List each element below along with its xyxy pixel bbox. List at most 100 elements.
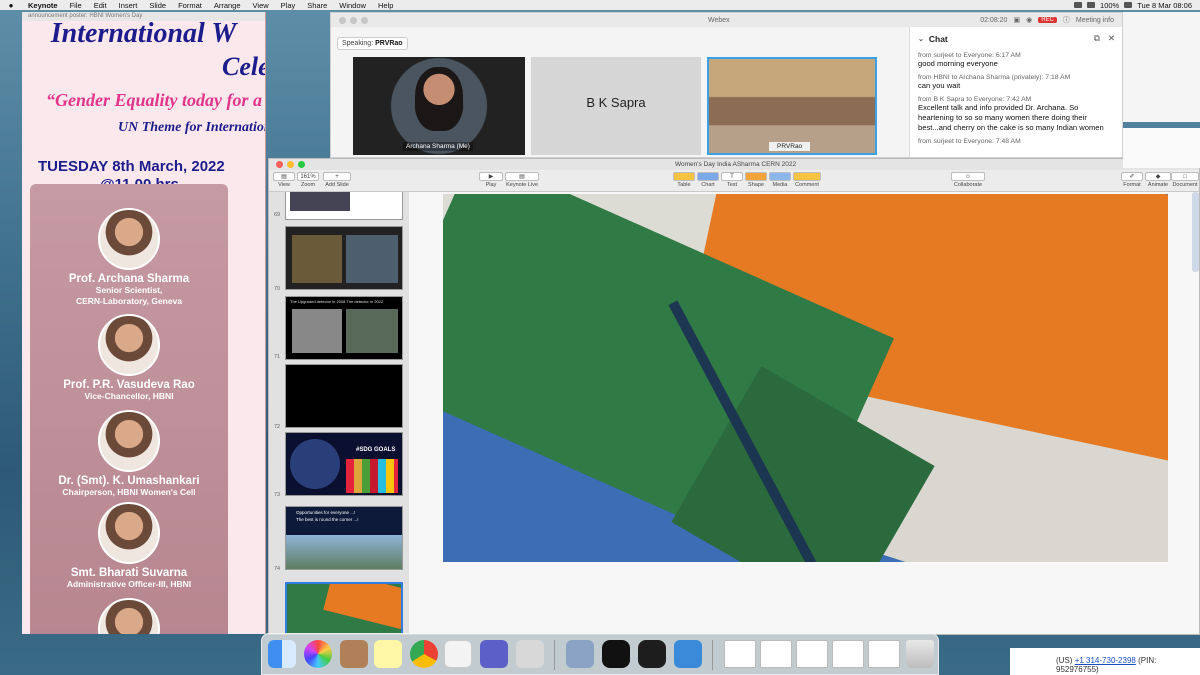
- webex-icon[interactable]: [602, 640, 630, 668]
- minimized-window[interactable]: [724, 640, 756, 668]
- chart-button[interactable]: Chart: [697, 172, 719, 188]
- menu-play[interactable]: Play: [275, 1, 302, 10]
- media-button[interactable]: Media: [769, 172, 791, 188]
- slide-thumbnail[interactable]: [285, 364, 403, 428]
- table-button[interactable]: Table: [673, 172, 695, 188]
- trash-icon[interactable]: [906, 640, 934, 668]
- close-icon[interactable]: ✕: [1108, 33, 1115, 44]
- flag-slide[interactable]: [443, 194, 1168, 562]
- keynote-window: Women's Day India ASharma CERN 2022 ▤ Vie…: [268, 158, 1200, 635]
- play-button[interactable]: ▶ Play: [479, 172, 503, 188]
- menu-view[interactable]: View: [247, 1, 275, 10]
- minimized-window[interactable]: [760, 640, 792, 668]
- slide-canvas[interactable]: [409, 192, 1199, 634]
- add-slide-button[interactable]: + Add Slide: [323, 172, 351, 188]
- format-button[interactable]: ✐ Format: [1121, 172, 1143, 188]
- apple-icon[interactable]: ●: [0, 1, 22, 10]
- textedit-icon[interactable]: [444, 640, 472, 668]
- volume-icon[interactable]: [1087, 2, 1096, 8]
- chevron-down-icon[interactable]: ⌄: [918, 35, 924, 43]
- menu-app[interactable]: Keynote: [22, 1, 64, 10]
- battery-icon[interactable]: [1124, 2, 1133, 8]
- video-tile[interactable]: Archana Sharma (Me): [353, 57, 525, 155]
- meeting-info-button[interactable]: Meeting info: [1076, 17, 1114, 24]
- speaker-name: Prof. Archana Sharma: [68, 273, 190, 285]
- dial-number[interactable]: +1 314-730-2398: [1075, 656, 1136, 665]
- poster-window: announcement poster: HBNI Women's Day In…: [22, 12, 266, 634]
- speaker-card: Prof. Archana Sharma Senior Scientist, C…: [30, 208, 228, 307]
- keynote-icon[interactable]: [674, 640, 702, 668]
- poster-date: TUESDAY 8th March, 2022: [38, 158, 225, 175]
- minimized-window[interactable]: [796, 640, 828, 668]
- window-controls[interactable]: [269, 161, 305, 168]
- speaker-card: Prof. P.R. Vasudeva Rao Vice-Chancellor,…: [30, 314, 228, 402]
- keynote-live-button[interactable]: ▤ Keynote Live: [505, 172, 539, 188]
- active-speaker: PRVRao: [375, 40, 403, 47]
- video-tile[interactable]: PRVRao: [707, 57, 877, 155]
- poster-title-line2: Celebra: [222, 52, 265, 81]
- chrome-icon[interactable]: [410, 640, 438, 668]
- popout-icon[interactable]: ⧉: [1094, 33, 1100, 44]
- slide-thumbnail-selected[interactable]: [285, 582, 403, 634]
- slide-thumbnail[interactable]: The Upgraded detector in 2008 The detect…: [285, 296, 403, 360]
- minimized-window[interactable]: [832, 640, 864, 668]
- comment-button[interactable]: Comment: [793, 172, 821, 188]
- wifi-icon[interactable]: [1074, 2, 1083, 8]
- photos-icon[interactable]: [304, 640, 332, 668]
- tile-label: Archana Sharma (Me): [403, 142, 473, 151]
- shape-button[interactable]: Shape: [745, 172, 767, 188]
- speaker-name: Dr. (Smt). K. Umashankari: [58, 475, 200, 487]
- keynote-toolbar: ▤ View 161% Zoom + Add Slide ▶ Play ▤ Keynote…: [269, 170, 1199, 192]
- menu-extras: 100% Tue 8 Mar 08:06: [1074, 1, 1200, 10]
- participant-video: [415, 67, 463, 131]
- menu-insert[interactable]: Insert: [113, 1, 144, 10]
- teams-icon[interactable]: [480, 640, 508, 668]
- menu-share[interactable]: Share: [301, 1, 333, 10]
- slide-thumbnail[interactable]: [285, 226, 403, 290]
- notes-icon[interactable]: [374, 640, 402, 668]
- animate-button[interactable]: ◆ Animate: [1145, 172, 1171, 188]
- speaker-photo: [98, 314, 160, 376]
- preview-icon[interactable]: [566, 640, 594, 668]
- menu-help[interactable]: Help: [372, 1, 399, 10]
- video-tile[interactable]: B K Sapra: [531, 57, 701, 155]
- tile-label: B K Sapra: [586, 95, 646, 110]
- webex-window: Webex 02:08:20 ▣ ◉ REC ⓘ Meeting info Sp…: [330, 12, 1123, 158]
- battery-level[interactable]: 100%: [1100, 1, 1119, 10]
- dial-in-info: (US) +1 314-730-2398 (PIN: 952976755): [1010, 648, 1200, 675]
- poster-quote: “Gender Equality today for a: [46, 90, 262, 110]
- menu-format[interactable]: Format: [172, 1, 208, 10]
- collaborate-button[interactable]: ☺ Collaborate: [951, 172, 985, 188]
- window-controls[interactable]: [331, 16, 368, 24]
- menu-slide[interactable]: Slide: [143, 1, 172, 10]
- menu-edit[interactable]: Edit: [88, 1, 113, 10]
- appstore-icon[interactable]: [516, 640, 544, 668]
- text-button[interactable]: T Text: [721, 172, 743, 188]
- menu-file[interactable]: File: [64, 1, 88, 10]
- meeting-info-icon[interactable]: ⓘ: [1063, 15, 1070, 25]
- speaker-name: Prof. P.R. Vasudeva Rao: [63, 379, 195, 391]
- layout-icon[interactable]: ▣: [1013, 16, 1020, 24]
- minimized-window[interactable]: [868, 640, 900, 668]
- slide-thumbnail[interactable]: Opportunities for everyone ...! The best…: [285, 506, 403, 570]
- slide-thumbnail[interactable]: [285, 192, 403, 220]
- meeting-timer: 02:08:20: [980, 16, 1008, 24]
- speaker-role: Senior Scientist,: [95, 285, 163, 295]
- menu-arrange[interactable]: Arrange: [208, 1, 247, 10]
- document-button[interactable]: □ Document: [1171, 172, 1199, 188]
- view-button[interactable]: ▤ View: [273, 172, 295, 188]
- speaker-role: CERN-Laboratory, Geneva: [75, 296, 183, 306]
- vertical-scrollbar[interactable]: [1192, 192, 1199, 272]
- menu-bar: ● Keynote File Edit Insert Slide Format …: [0, 0, 1200, 10]
- contacts-icon[interactable]: [340, 640, 368, 668]
- camera-icon[interactable]: ◉: [1026, 16, 1032, 24]
- zoom-button[interactable]: 161% Zoom: [297, 172, 319, 188]
- finder-icon[interactable]: [268, 640, 296, 668]
- webex-meetings-icon[interactable]: [638, 640, 666, 668]
- menu-window[interactable]: Window: [333, 1, 372, 10]
- speaker-card: [30, 598, 228, 634]
- slide-thumbnail[interactable]: #SDG GOALS: [285, 432, 403, 496]
- document-title: Women's Day India ASharma CERN 2022: [675, 161, 797, 168]
- menu-clock[interactable]: Tue 8 Mar 08:06: [1137, 1, 1192, 10]
- speaker-photo: [98, 410, 160, 472]
